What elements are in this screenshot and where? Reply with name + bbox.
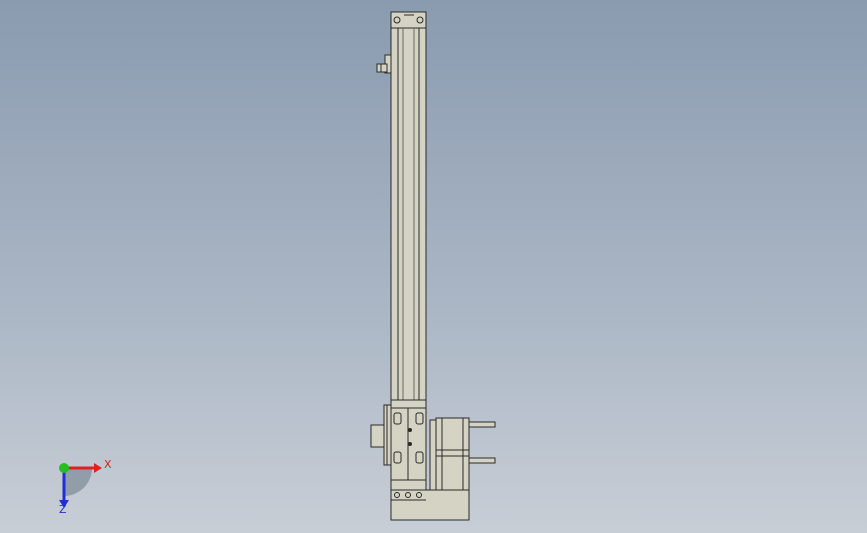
triad-shadow	[64, 468, 92, 496]
view-triad[interactable]: X Z	[59, 458, 112, 516]
cad-model-view[interactable]: X Z	[0, 0, 867, 533]
graphics-viewport[interactable]: X Z	[0, 0, 867, 533]
z-axis-label: Z	[59, 503, 67, 516]
base-bolt-2	[405, 492, 411, 498]
rail-body	[390, 27, 427, 401]
x-axis-arrow-icon	[94, 463, 102, 473]
linear-actuator-model[interactable]	[370, 11, 496, 521]
carriage-bolt-4	[415, 451, 424, 464]
carriage-bolt-2	[415, 412, 424, 425]
motor-housing	[435, 417, 470, 491]
carriage-dot-1	[408, 428, 412, 432]
y-axis-dot-icon	[59, 463, 69, 473]
base-bolt-1	[394, 492, 400, 498]
carriage-dot-2	[408, 442, 412, 446]
motor-flange	[429, 419, 437, 491]
top-cap-bolt-left	[393, 16, 401, 24]
carriage-bolt-3	[393, 451, 402, 464]
sensor-tab	[376, 63, 388, 73]
x-axis-label: X	[104, 458, 112, 471]
top-cap-bolt-right	[416, 16, 424, 24]
motor-cable-lower	[468, 457, 496, 464]
base-bolt-3	[416, 492, 422, 498]
motor-cable-upper	[468, 421, 496, 428]
motor-base-plate	[390, 489, 470, 521]
carriage-bolt-1	[393, 412, 402, 425]
